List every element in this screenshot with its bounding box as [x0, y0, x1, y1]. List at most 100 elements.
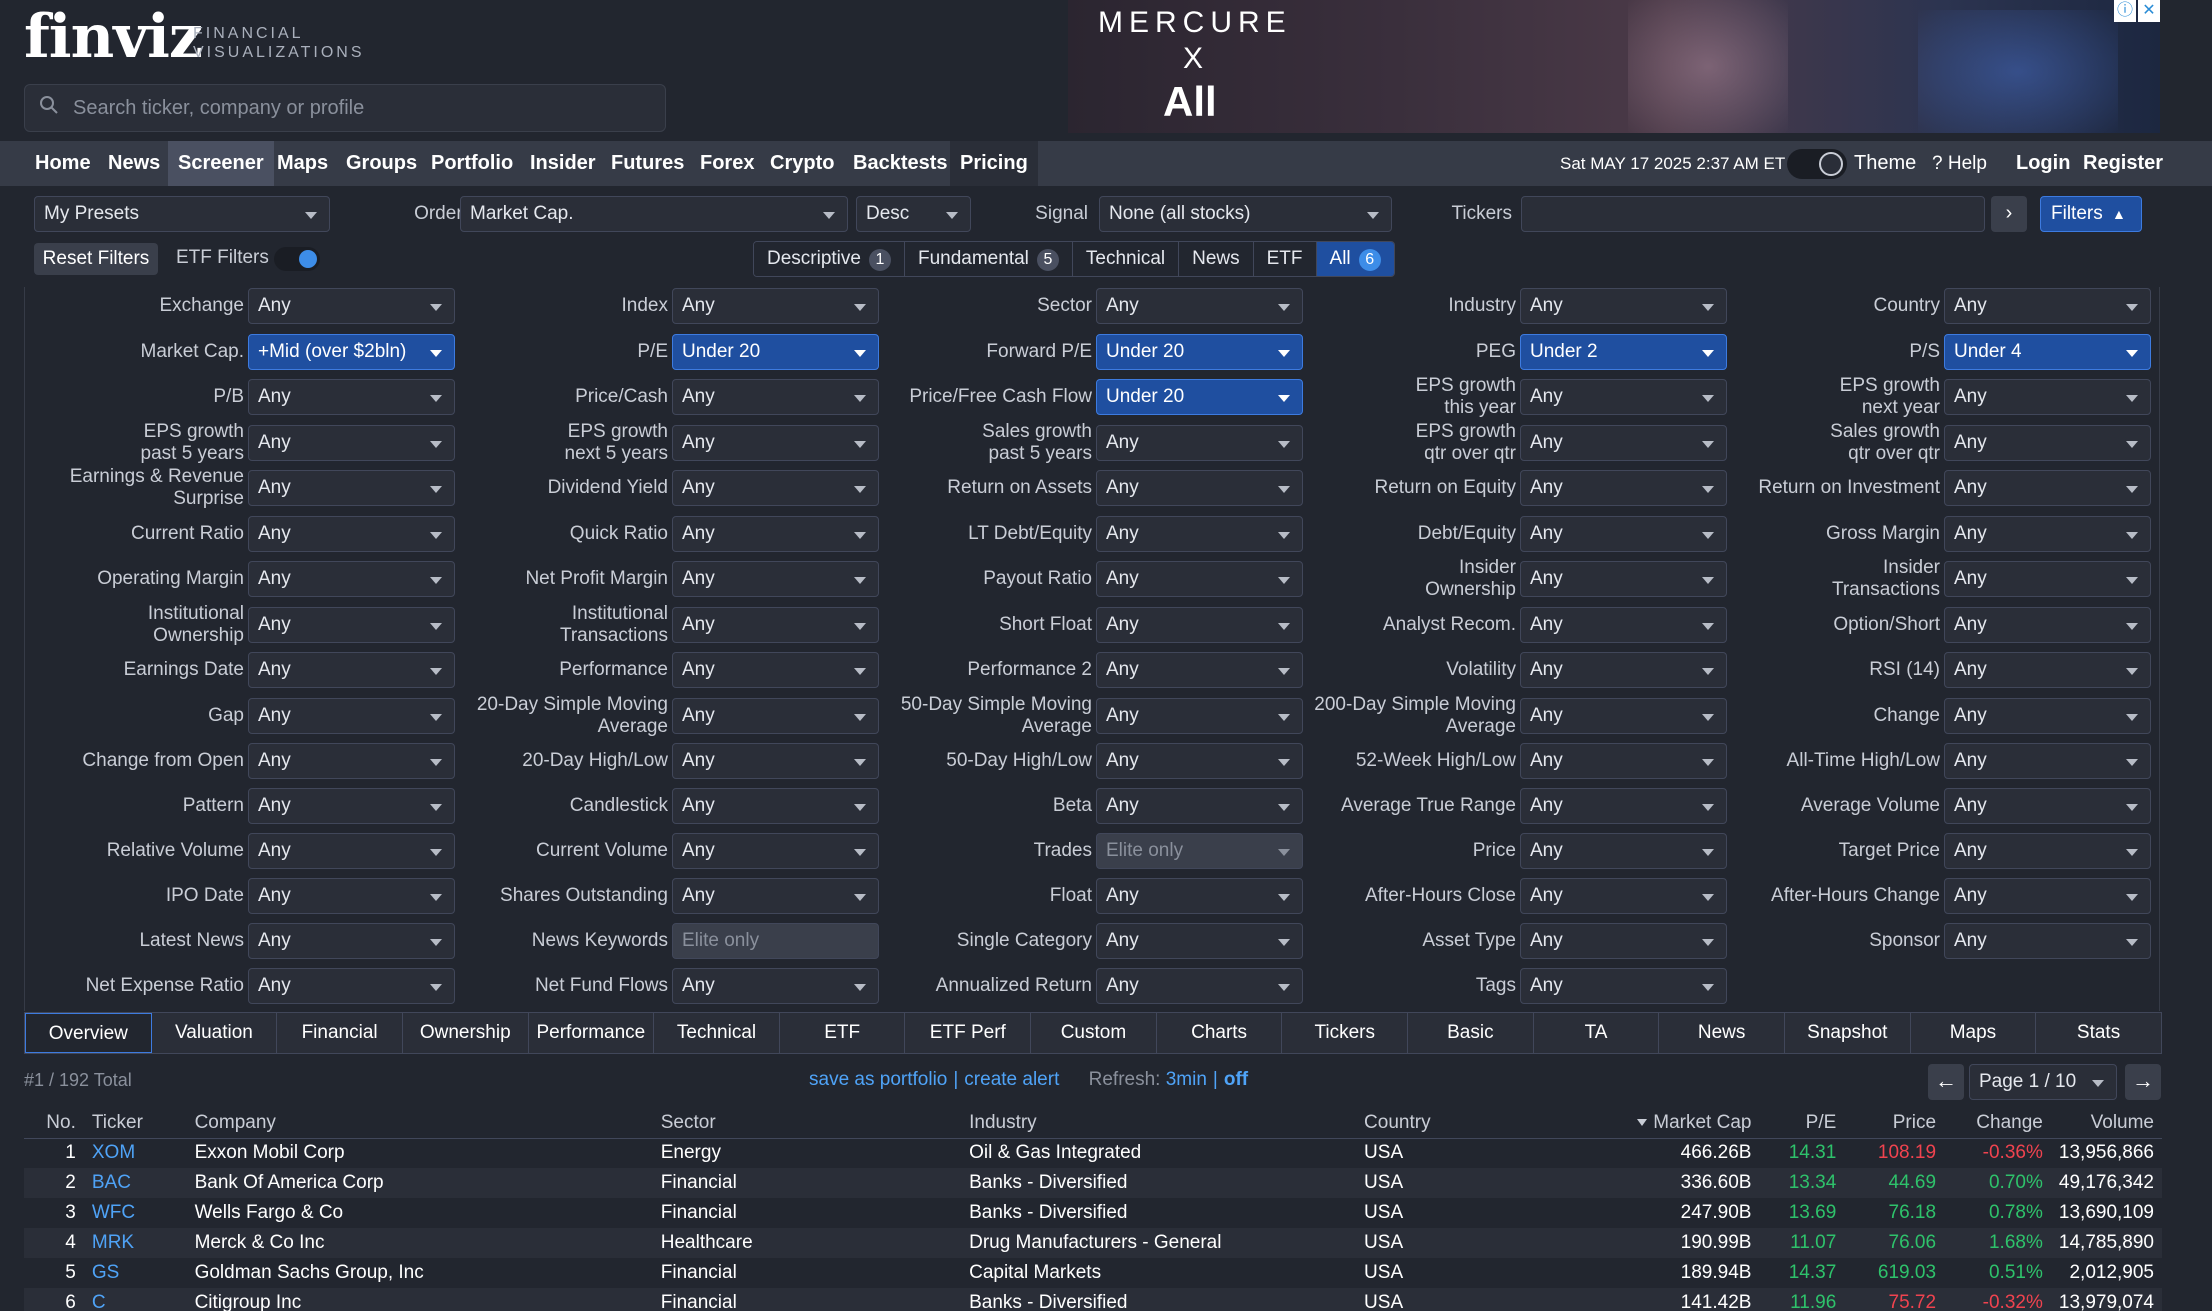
filter-select-sales-growth-past-5-years[interactable]: Any — [1096, 425, 1303, 461]
filter-select-single-category[interactable]: Any — [1096, 923, 1303, 959]
filter-select-price-free-cash-flow[interactable]: Under 20 — [1096, 379, 1303, 415]
filter-select-index[interactable]: Any — [672, 288, 879, 324]
filter-select-net-expense-ratio[interactable]: Any — [248, 968, 455, 1004]
prev-page-arrow-icon[interactable]: ← — [1928, 1064, 1964, 1100]
filter-select-p-b[interactable]: Any — [248, 379, 455, 415]
refresh-off-link[interactable]: off — [1224, 1069, 1248, 1090]
ticker-link[interactable]: BAC — [83, 1168, 187, 1198]
filter-select-net-fund-flows[interactable]: Any — [672, 968, 879, 1004]
table-row[interactable]: 4 MRK Merck & Co Inc Healthcare Drug Manufac… — [24, 1228, 2162, 1258]
col-pe[interactable]: P/E — [1759, 1108, 1845, 1139]
create-alert-link[interactable]: create alert — [964, 1069, 1059, 1090]
register-link[interactable]: Register — [2083, 141, 2163, 186]
filter-select-relative-volume[interactable]: Any — [248, 833, 455, 869]
filter-select-option-short[interactable]: Any — [1944, 607, 2151, 643]
finviz-logo[interactable]: finviz — [24, 2, 203, 72]
filter-select-change-from-open[interactable]: Any — [248, 743, 455, 779]
filter-select-ipo-date[interactable]: Any — [248, 878, 455, 914]
order-by-select[interactable]: Market Cap. — [460, 196, 848, 232]
table-row[interactable]: 2 BAC Bank Of America Corp Financial Banks -… — [24, 1168, 2162, 1198]
filter-select-change[interactable]: Any — [1944, 698, 2151, 734]
filter-select-p-s[interactable]: Under 4 — [1944, 334, 2151, 370]
filter-select-insider-ownership[interactable]: Any — [1520, 561, 1727, 597]
nav-home[interactable]: Home — [25, 141, 101, 186]
filter-select-rsi-14[interactable]: Any — [1944, 652, 2151, 688]
filter-select-institutional-ownership[interactable]: Any — [248, 607, 455, 643]
info-icon[interactable]: ⓘ — [2114, 0, 2136, 22]
col-industry[interactable]: Industry — [961, 1108, 1357, 1139]
view-tab-tickers[interactable]: Tickers — [1282, 1013, 1409, 1053]
filter-select-earnings-revenue-surprise[interactable]: Any — [248, 470, 455, 506]
nav-crypto[interactable]: Crypto — [760, 141, 844, 186]
filter-select-return-on-investment[interactable]: Any — [1944, 470, 2151, 506]
theme-label[interactable]: Theme — [1854, 141, 1916, 186]
view-tab-performance[interactable]: Performance — [529, 1013, 655, 1053]
view-tab-custom[interactable]: Custom — [1031, 1013, 1157, 1053]
view-tab-charts[interactable]: Charts — [1157, 1013, 1283, 1053]
col-no[interactable]: No. — [24, 1108, 84, 1139]
view-tab-valuation[interactable]: Valuation — [152, 1013, 278, 1053]
filter-select-payout-ratio[interactable]: Any — [1096, 561, 1303, 597]
filter-select-gap[interactable]: Any — [248, 698, 455, 734]
filter-select-operating-margin[interactable]: Any — [248, 561, 455, 597]
col-sector[interactable]: Sector — [652, 1108, 962, 1139]
filter-select-eps-growth-next-year[interactable]: Any — [1944, 379, 2151, 415]
filter-tab-etf[interactable]: ETF — [1253, 242, 1317, 276]
col-ticker[interactable]: Ticker — [83, 1108, 187, 1139]
ticker-link[interactable]: XOM — [83, 1138, 187, 1168]
refresh-interval-link[interactable]: 3min — [1166, 1069, 1207, 1090]
nav-screener[interactable]: Screener — [168, 141, 274, 186]
filter-select-latest-news[interactable]: Any — [248, 923, 455, 959]
filter-select-50-day-high-low[interactable]: Any — [1096, 743, 1303, 779]
nav-futures[interactable]: Futures — [601, 141, 694, 186]
view-tab-news[interactable]: News — [1659, 1013, 1785, 1053]
col-price[interactable]: Price — [1844, 1108, 1945, 1139]
view-tab-ownership[interactable]: Ownership — [403, 1013, 529, 1053]
reset-filters-button[interactable]: Reset Filters — [34, 243, 158, 275]
etf-filters-toggle[interactable] — [274, 247, 320, 271]
filter-select-average-true-range[interactable]: Any — [1520, 788, 1727, 824]
filter-select-current-volume[interactable]: Any — [672, 833, 879, 869]
filter-select-52-week-high-low[interactable]: Any — [1520, 743, 1727, 779]
col-market-cap[interactable]: Market Cap — [1555, 1108, 1760, 1139]
filter-select-after-hours-close[interactable]: Any — [1520, 878, 1727, 914]
filter-select-candlestick[interactable]: Any — [672, 788, 879, 824]
view-tab-stats[interactable]: Stats — [2036, 1013, 2161, 1053]
close-icon[interactable]: ✕ — [2138, 0, 2160, 22]
filter-select-earnings-date[interactable]: Any — [248, 652, 455, 688]
filter-select-sponsor[interactable]: Any — [1944, 923, 2151, 959]
table-row[interactable]: 1 XOM Exxon Mobil Corp Energy Oil & Gas Inte… — [24, 1138, 2162, 1168]
nav-maps[interactable]: Maps — [267, 141, 338, 186]
login-link[interactable]: Login — [2016, 141, 2070, 186]
filters-toggle-button[interactable]: Filters ▲ — [2040, 196, 2142, 232]
col-country[interactable]: Country — [1356, 1108, 1556, 1139]
view-tab-maps[interactable]: Maps — [1911, 1013, 2037, 1053]
filter-select-market-cap[interactable]: +Mid (over $2bln) — [248, 334, 455, 370]
filter-select-all-time-high-low[interactable]: Any — [1944, 743, 2151, 779]
filter-tab-news[interactable]: News — [1179, 242, 1254, 276]
table-row[interactable]: 3 WFC Wells Fargo & Co Financial Banks - Div… — [24, 1198, 2162, 1228]
filter-select-price[interactable]: Any — [1520, 833, 1727, 869]
filter-select-50-day-simple-moving-average[interactable]: Any — [1096, 698, 1303, 734]
table-row[interactable]: 5 GS Goldman Sachs Group, Inc Financial Capi… — [24, 1258, 2162, 1288]
filter-select-exchange[interactable]: Any — [248, 288, 455, 324]
chevron-right-icon[interactable]: › — [1991, 196, 2027, 232]
view-tab-overview[interactable]: Overview — [25, 1013, 152, 1053]
page-select[interactable]: Page 1 / 10 — [1969, 1064, 2117, 1100]
search-input[interactable]: Search ticker, company or profile — [24, 84, 666, 132]
filter-select-pattern[interactable]: Any — [248, 788, 455, 824]
filter-select-annualized-return[interactable]: Any — [1096, 968, 1303, 1004]
filter-select-eps-growth-past-5-years[interactable]: Any — [248, 425, 455, 461]
filter-select-eps-growth-this-year[interactable]: Any — [1520, 379, 1727, 415]
nav-backtests[interactable]: Backtests — [843, 141, 958, 186]
filter-select-shares-outstanding[interactable]: Any — [672, 878, 879, 914]
order-direction-select[interactable]: Desc — [856, 196, 971, 232]
filter-select-quick-ratio[interactable]: Any — [672, 516, 879, 552]
filter-select-return-on-assets[interactable]: Any — [1096, 470, 1303, 506]
view-tab-ta[interactable]: TA — [1534, 1013, 1660, 1053]
filter-select-average-volume[interactable]: Any — [1944, 788, 2151, 824]
nav-forex[interactable]: Forex — [690, 141, 764, 186]
filter-select-p-e[interactable]: Under 20 — [672, 334, 879, 370]
ticker-link[interactable]: C — [83, 1288, 187, 1311]
nav-groups[interactable]: Groups — [336, 141, 427, 186]
